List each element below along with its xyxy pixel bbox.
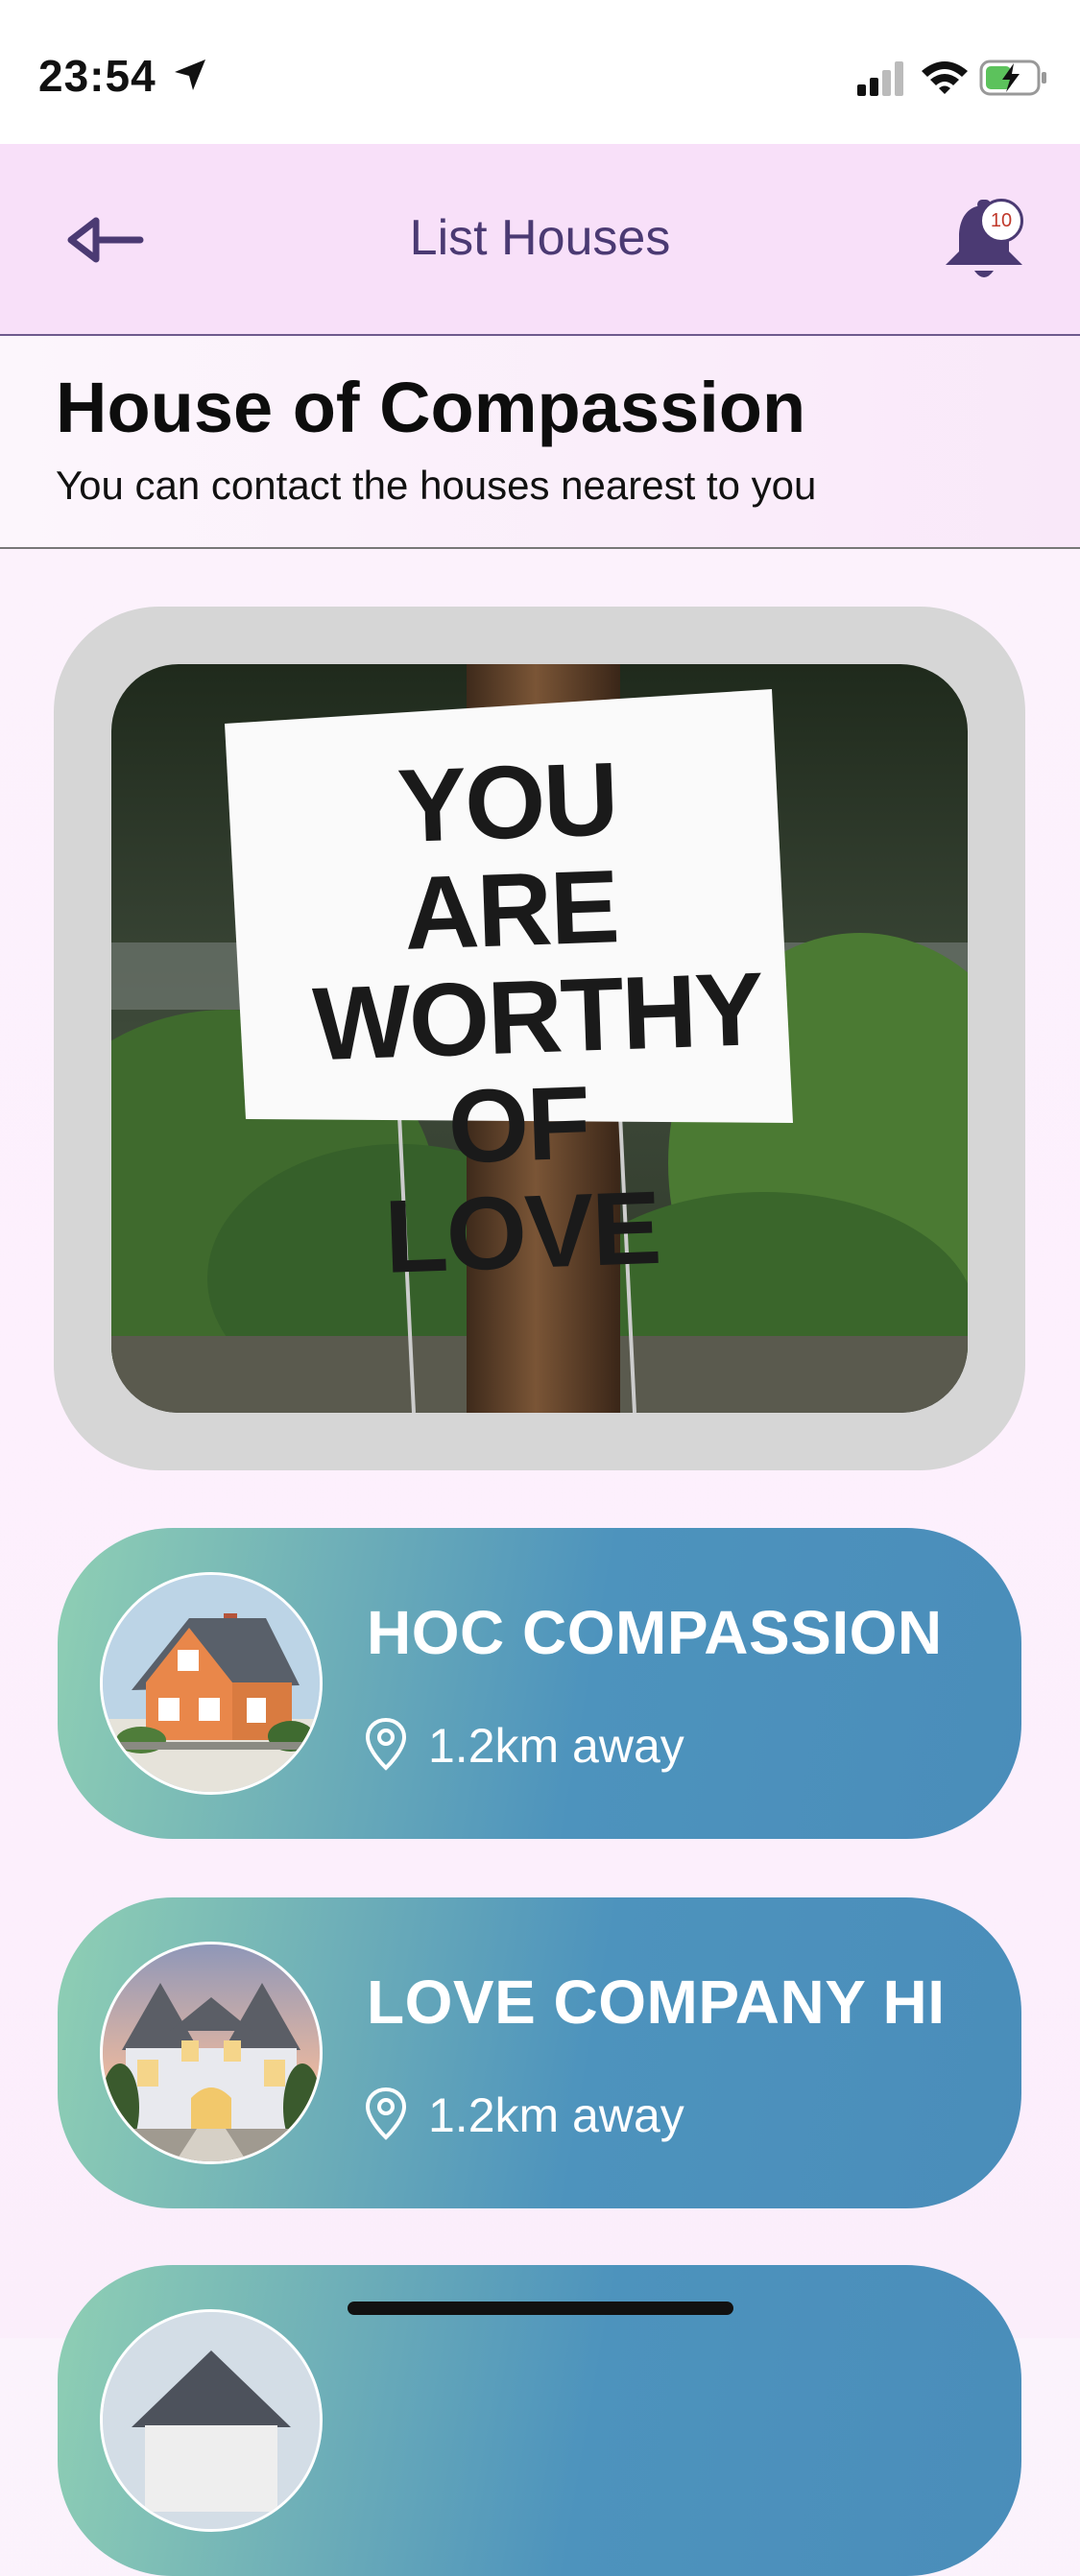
location-pin-icon (365, 1717, 407, 1771)
page-title: List Houses (409, 210, 671, 266)
house-avatar (100, 1572, 323, 1795)
house-name: LOVE COMPANY HI (367, 1968, 946, 2037)
location-pin-icon (365, 2087, 407, 2140)
banner-image: YOU ARE WORTHY OF LOVE (111, 664, 968, 1413)
location-arrow-icon (175, 60, 205, 90)
notification-badge: 10 (979, 199, 1023, 243)
house-avatar (100, 1942, 323, 2164)
intro-section: House of Compassion You can contact the … (0, 336, 1080, 549)
banner-frame: YOU ARE WORTHY OF LOVE (54, 607, 1025, 1470)
house-distance: 1.2km away (428, 1719, 684, 1773)
app-header: List Houses 10 (0, 144, 1080, 336)
home-indicator[interactable] (348, 2302, 733, 2315)
banner-sign-text: YOU ARE WORTHY OF LOVE (303, 740, 764, 1295)
sign-line: WORTHY (310, 950, 764, 1083)
section-title: House of Compassion (56, 368, 806, 447)
house-distance: 1.2km away (428, 2088, 684, 2142)
house-name: HOC COMPASSION (367, 1598, 943, 1667)
section-subtitle: You can contact the houses nearest to yo… (56, 463, 817, 508)
sign-line: YOU ARE (396, 740, 620, 971)
battery-charging-icon (979, 60, 1046, 96)
house-card[interactable]: HOC COMPASSION 1.2km away (58, 1528, 1021, 1839)
status-bar: 23:54 (0, 0, 1080, 144)
cellular-signal-icon (857, 61, 903, 96)
house-avatar (100, 2309, 323, 2532)
status-time: 23:54 (38, 51, 156, 101)
wifi-icon (922, 61, 968, 94)
sign-line: OF LOVE (382, 1063, 661, 1295)
house-card[interactable]: LOVE COMPANY HI 1.2km away (58, 1897, 1021, 2208)
